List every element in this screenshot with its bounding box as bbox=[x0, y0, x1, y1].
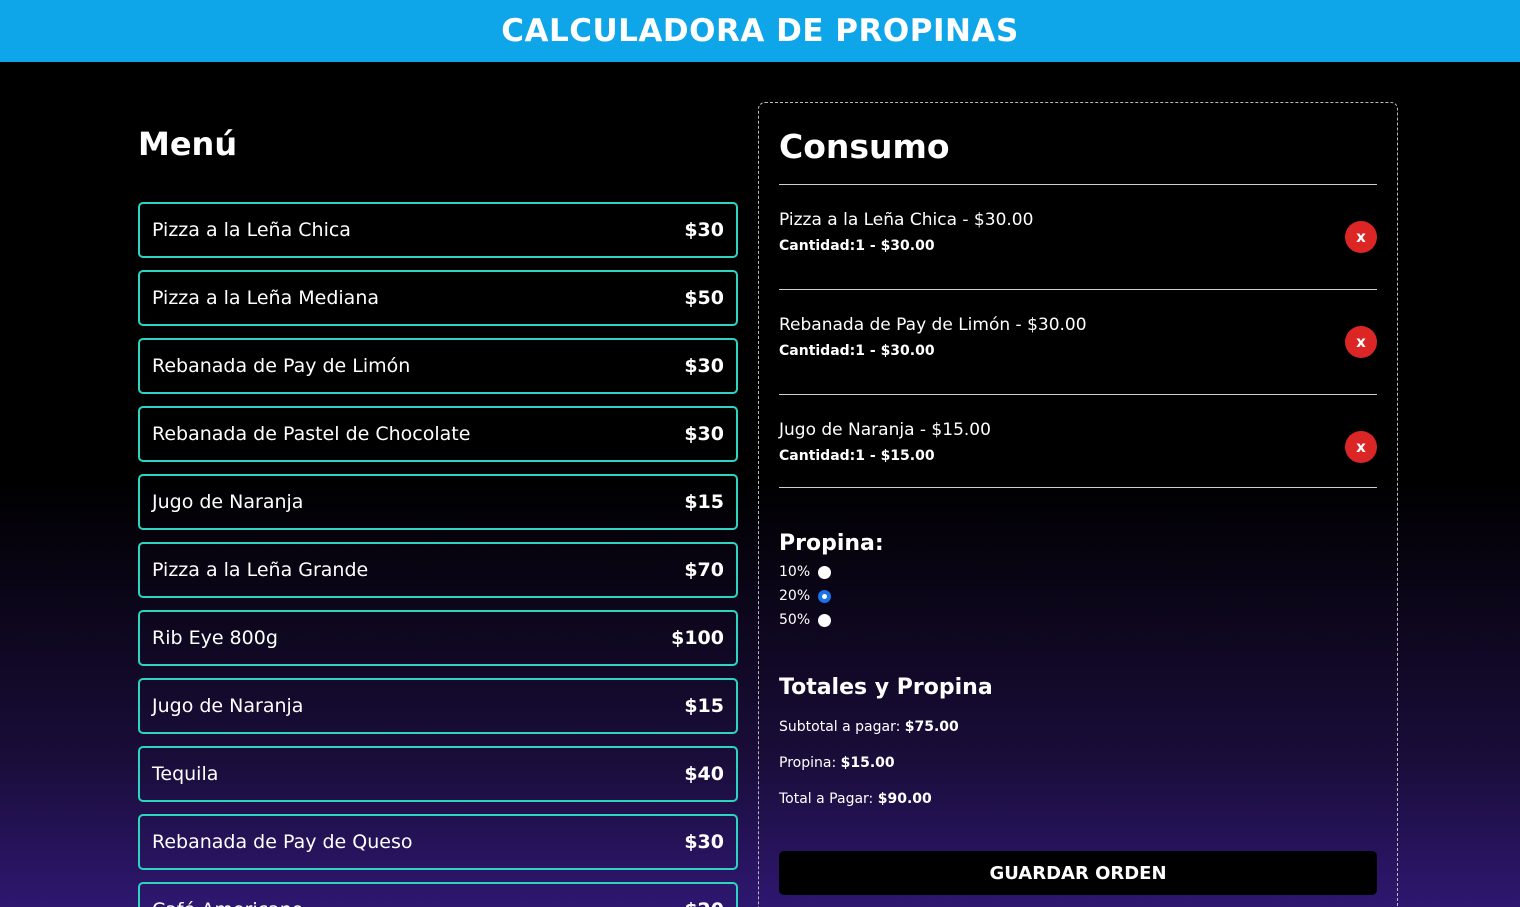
tip-option-label: 20% bbox=[779, 588, 811, 604]
menu-item-price: $40 bbox=[684, 763, 724, 785]
menu-item-name: Café Americano bbox=[152, 899, 303, 907]
divider bbox=[779, 394, 1377, 395]
order-item: Rebanada de Pay de Limón - $30.00 Cantid… bbox=[779, 314, 1377, 374]
menu-title: Menú bbox=[138, 125, 238, 163]
consumo-panel: Consumo Pizza a la Leña Chica - $30.00 C… bbox=[758, 102, 1398, 907]
subtotal-value: $75.00 bbox=[904, 719, 959, 735]
divider bbox=[779, 289, 1377, 290]
propina-title: Propina: bbox=[779, 531, 884, 556]
menu-item-name: Rebanada de Pay de Queso bbox=[152, 831, 413, 853]
app-header: CALCULADORA DE PROPINAS bbox=[0, 0, 1520, 62]
total-line: Total a Pagar: $90.00 bbox=[779, 791, 932, 807]
menu-item-price: $15 bbox=[684, 695, 724, 717]
app-title: CALCULADORA DE PROPINAS bbox=[501, 13, 1019, 49]
order-item-quantity: Cantidad:1 - $30.00 bbox=[779, 238, 935, 254]
menu-item[interactable]: Pizza a la Leña Chica $30 bbox=[138, 202, 738, 258]
order-item-quantity: Cantidad:1 - $30.00 bbox=[779, 343, 935, 359]
menu-item[interactable]: Rebanada de Pastel de Chocolate $30 bbox=[138, 406, 738, 462]
remove-item-button[interactable]: x bbox=[1345, 221, 1377, 253]
tip-option-label: 50% bbox=[779, 612, 811, 628]
menu-item-name: Tequila bbox=[152, 763, 219, 785]
order-item-name: Rebanada de Pay de Limón - $30.00 bbox=[779, 315, 1087, 335]
order-item-quantity: Cantidad:1 - $15.00 bbox=[779, 448, 935, 464]
menu-item[interactable]: Rebanada de Pay de Limón $30 bbox=[138, 338, 738, 394]
menu-item-name: Pizza a la Leña Chica bbox=[152, 219, 351, 241]
menu-item[interactable]: Café Americano $20 bbox=[138, 882, 738, 907]
menu-item-name: Pizza a la Leña Mediana bbox=[152, 287, 380, 309]
propina-value: $15.00 bbox=[840, 755, 895, 771]
menu-item[interactable]: Pizza a la Leña Grande $70 bbox=[138, 542, 738, 598]
save-order-button[interactable]: GUARDAR ORDEN bbox=[779, 851, 1377, 895]
remove-item-button[interactable]: x bbox=[1345, 431, 1377, 463]
menu-list: Pizza a la Leña Chica $30 Pizza a la Leñ… bbox=[138, 202, 738, 907]
menu-item-name: Pizza a la Leña Grande bbox=[152, 559, 369, 581]
subtotal-line: Subtotal a pagar: $75.00 bbox=[779, 719, 959, 735]
menu-item[interactable]: Jugo de Naranja $15 bbox=[138, 678, 738, 734]
menu-item[interactable]: Tequila $40 bbox=[138, 746, 738, 802]
tip-radio[interactable] bbox=[818, 589, 832, 603]
divider bbox=[779, 487, 1377, 488]
menu-item-name: Rebanada de Pastel de Chocolate bbox=[152, 423, 471, 445]
subtotal-label: Subtotal a pagar: bbox=[779, 719, 905, 735]
tip-radio[interactable] bbox=[818, 613, 832, 627]
divider bbox=[779, 184, 1377, 185]
tip-option-label: 10% bbox=[779, 564, 811, 580]
remove-item-button[interactable]: x bbox=[1345, 326, 1377, 358]
menu-item-price: $100 bbox=[671, 627, 724, 649]
propina-label: Propina: bbox=[779, 755, 841, 771]
tip-option-10[interactable]: 10% bbox=[779, 562, 832, 582]
total-label: Total a Pagar: bbox=[779, 791, 878, 807]
menu-item-price: $30 bbox=[684, 219, 724, 241]
menu-item-name: Jugo de Naranja bbox=[152, 491, 304, 513]
menu-item-price: $20 bbox=[684, 899, 724, 907]
menu-item-price: $50 bbox=[684, 287, 724, 309]
menu-item[interactable]: Jugo de Naranja $15 bbox=[138, 474, 738, 530]
consumo-title: Consumo bbox=[779, 127, 950, 166]
order-item-name: Jugo de Naranja - $15.00 bbox=[779, 420, 991, 440]
order-item: Jugo de Naranja - $15.00 Cantidad:1 - $1… bbox=[779, 419, 1377, 479]
menu-item-name: Rebanada de Pay de Limón bbox=[152, 355, 411, 377]
order-item-name: Pizza a la Leña Chica - $30.00 bbox=[779, 210, 1034, 230]
total-value: $90.00 bbox=[877, 791, 932, 807]
menu-item[interactable]: Rebanada de Pay de Queso $30 bbox=[138, 814, 738, 870]
menu-item-name: Rib Eye 800g bbox=[152, 627, 278, 649]
menu-item-name: Jugo de Naranja bbox=[152, 695, 304, 717]
order-item: Pizza a la Leña Chica - $30.00 Cantidad:… bbox=[779, 209, 1377, 269]
tip-radio[interactable] bbox=[818, 565, 832, 579]
menu-item-price: $30 bbox=[684, 423, 724, 445]
menu-item-price: $30 bbox=[684, 355, 724, 377]
menu-item-price: $15 bbox=[684, 491, 724, 513]
propina-line: Propina: $15.00 bbox=[779, 755, 895, 771]
menu-item[interactable]: Rib Eye 800g $100 bbox=[138, 610, 738, 666]
menu-item[interactable]: Pizza a la Leña Mediana $50 bbox=[138, 270, 738, 326]
tip-option-20[interactable]: 20% bbox=[779, 586, 832, 606]
menu-item-price: $70 bbox=[684, 559, 724, 581]
totales-title: Totales y Propina bbox=[779, 675, 993, 700]
menu-item-price: $30 bbox=[684, 831, 724, 853]
tip-option-50[interactable]: 50% bbox=[779, 610, 832, 630]
